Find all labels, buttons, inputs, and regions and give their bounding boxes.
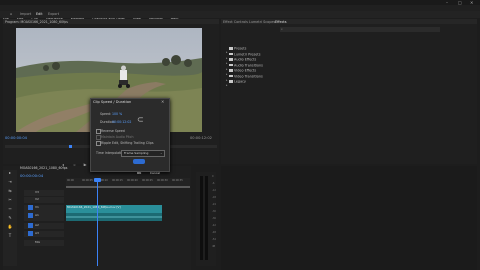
ruler-tick: 00:00:05 <box>82 179 93 182</box>
work-area-bar[interactable] <box>66 186 190 188</box>
monitor-duration-timecode: 00:00:12:02 <box>190 136 212 140</box>
type-tool-icon[interactable]: T <box>3 233 17 242</box>
folder-audio-effects[interactable]: ▸Audio Effects <box>226 49 346 66</box>
speed-label: Speed: <box>100 112 112 116</box>
duration-field[interactable]: 00:00:12:02 <box>112 120 131 124</box>
hand-tool-icon[interactable]: ✋ <box>3 224 17 233</box>
maintain-pitch-label: Maintain Audio Pitch <box>101 135 134 139</box>
ruler-tick: 00:00:30 <box>157 179 168 182</box>
close-icon[interactable]: ✕ <box>161 99 164 104</box>
track-header-v1[interactable]: V1 <box>24 205 64 213</box>
pen-tool-icon[interactable]: ✎ <box>3 215 17 224</box>
tools-panel: ▸ ⇥ ⇆ ✂ ⇿ ✎ ✋ T <box>3 170 17 266</box>
meter-right-channel <box>205 176 208 260</box>
ripple-edit-tool-icon[interactable]: ⇆ <box>3 188 17 197</box>
monitor-playhead[interactable] <box>69 145 72 148</box>
link-icon[interactable]: ⊂ <box>137 115 144 124</box>
tab-lumetri-scopes[interactable]: Lumetri Scopes <box>249 20 275 24</box>
folder-video-transitions[interactable]: ▸Video Transitions <box>226 66 346 82</box>
monitor-header: Program: MOAS0166_2021_1080_60fps <box>3 19 219 24</box>
folder-lumetri-presets[interactable]: ▸Lumetri Presets <box>226 44 346 60</box>
track-select-tool-icon[interactable]: ⇥ <box>3 179 17 188</box>
track-header-v3[interactable]: V3 <box>24 190 64 196</box>
tab-edit[interactable]: Edit <box>36 12 43 16</box>
source-patch-a2[interactable] <box>28 223 33 228</box>
tab-effects[interactable]: Effects <box>275 20 287 24</box>
effects-panel-tabs: Effect Controls Lumetri Scopes Effects <box>221 19 477 24</box>
track-header-a1[interactable]: A1 <box>24 213 64 221</box>
audio-waveform <box>66 216 162 218</box>
track-header-a2[interactable]: A2 <box>24 223 64 229</box>
folder-video-effects[interactable]: ▸Video Effects <box>226 60 346 77</box>
reverse-speed-label: Reverse Speed <box>101 129 125 133</box>
timeline-playhead[interactable] <box>97 178 98 266</box>
speed-field[interactable]: 100 % <box>112 112 122 116</box>
ok-button[interactable]: OK <box>133 159 145 175</box>
time-interpolation-select[interactable]: Frame Sampling ⌄ <box>121 150 165 157</box>
video-clip-label: MOAS0166_2021_1080_60fps.mov [V] <box>67 205 121 209</box>
ripple-edit-label: Ripple Edit, Shifting Trailing Clips <box>101 141 154 145</box>
razor-tool-icon[interactable]: ✂ <box>3 197 17 206</box>
chevron-down-icon: ⌄ <box>159 151 163 156</box>
ruler-tick: 00:00 <box>67 179 74 182</box>
folder-presets[interactable]: ▸Presets <box>226 38 346 55</box>
selection-tool-icon[interactable]: ▸ <box>3 170 17 179</box>
tab-import[interactable]: Import <box>20 12 31 16</box>
track-header-v2[interactable]: V2 <box>24 197 64 203</box>
effects-search-input[interactable]: ⌕ <box>280 27 440 32</box>
timeline-ruler[interactable]: 00:00 00:00:05 00:00:10 00:00:15 00:00:2… <box>66 178 190 186</box>
ruler-tick: 00:00:20 <box>127 179 138 182</box>
cancel-button[interactable]: Cancel <box>147 159 163 175</box>
source-patch-a3[interactable] <box>28 231 33 236</box>
track-header-a3[interactable]: A3 <box>24 231 64 237</box>
folder-audio-transitions[interactable]: ▸Audio Transitions <box>226 55 346 71</box>
tab-export[interactable]: Export <box>48 12 59 16</box>
ruler-tick: 00:00:35 <box>172 179 183 182</box>
empty-panel-area <box>221 166 477 270</box>
ruler-tick: 00:00:25 <box>142 179 153 182</box>
source-patch-v1[interactable] <box>28 205 33 210</box>
timeline-timecode[interactable]: 00:00:00:04 <box>20 174 43 178</box>
workspace-tabs: ⌂ Import Edit Export <box>0 11 480 18</box>
monitor-current-timecode[interactable]: 00:00:00:04 <box>5 136 27 140</box>
slip-tool-icon[interactable]: ⇿ <box>3 206 17 215</box>
meter-scale: 0 -6 -12 -18 -24 -30 -36 -42 -48 -54 dB <box>212 175 216 248</box>
source-patch-a1[interactable] <box>28 213 33 218</box>
meter-left-channel <box>200 176 203 260</box>
home-icon[interactable]: ⌂ <box>10 12 12 16</box>
folder-icon <box>229 80 233 83</box>
ruler-tick: 00:00:15 <box>112 179 123 182</box>
search-icon: ⌕ <box>281 27 283 31</box>
track-header-mix[interactable]: Mix <box>24 240 64 246</box>
dialog-title: Clip Speed / Duration <box>93 99 132 104</box>
timeline-sequence-tab[interactable]: MOAS0166_2021_1080_60fps <box>20 166 100 172</box>
tab-effect-controls[interactable]: Effect Controls <box>223 20 248 24</box>
folder-legacy[interactable]: ▸Legacy <box>226 71 346 88</box>
monitor-title: Program: MOAS0166_2021_1080_60fps <box>5 19 68 24</box>
